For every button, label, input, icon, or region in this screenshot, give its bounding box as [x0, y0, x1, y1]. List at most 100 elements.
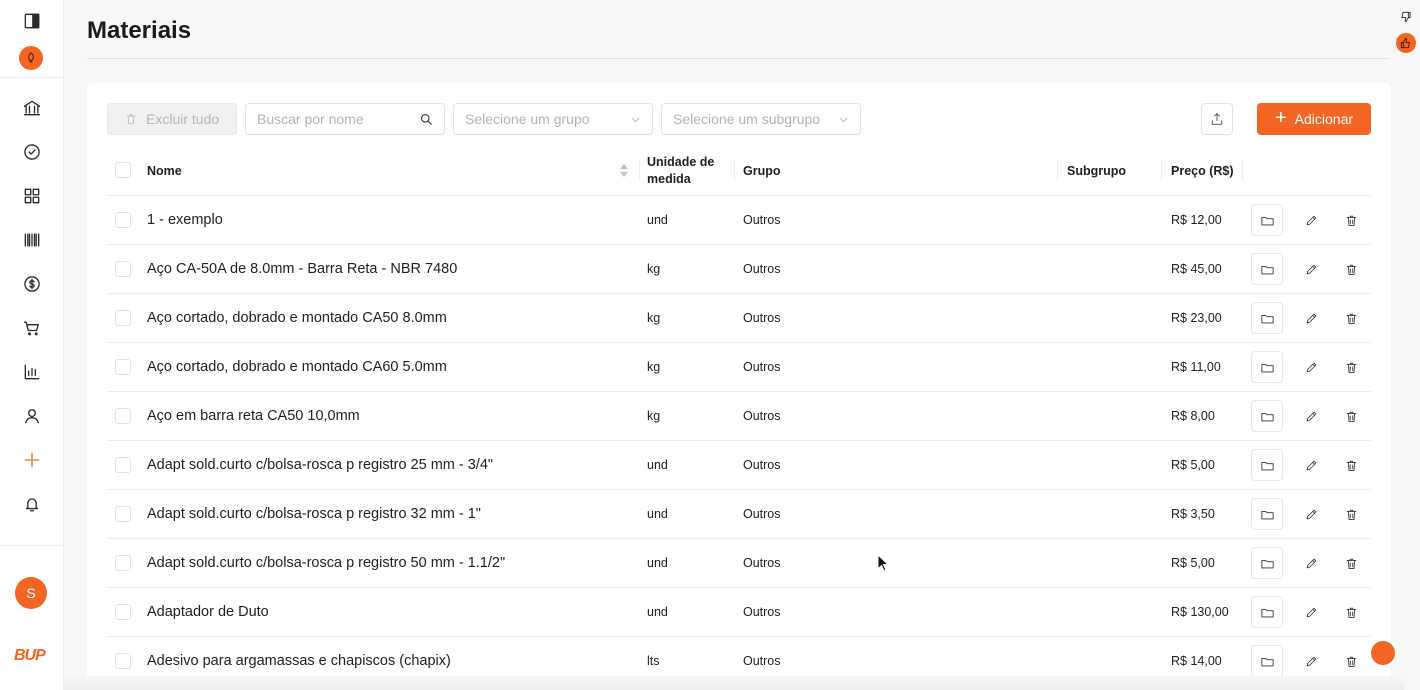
page-title: Materiais [87, 17, 192, 44]
cell-price: R$ 8,00 [1171, 409, 1215, 423]
panel-toggle-icon[interactable] [20, 9, 44, 33]
cell-unit: kg [647, 409, 661, 423]
table-row[interactable]: Adapt sold.curto c/bolsa-rosca p registr… [107, 539, 1371, 588]
export-button[interactable] [1201, 103, 1233, 135]
bell-icon[interactable] [20, 492, 44, 516]
trash-icon[interactable] [1335, 449, 1367, 481]
bank-icon[interactable] [20, 96, 44, 120]
cell-unit: und [647, 556, 668, 570]
cart-icon[interactable] [20, 316, 44, 340]
barcode-icon[interactable] [20, 228, 44, 252]
header-name[interactable]: Nome [147, 145, 182, 196]
folder-icon[interactable] [1251, 498, 1283, 530]
group-select[interactable]: Selecione um grupo [453, 103, 653, 135]
folder-icon[interactable] [1251, 596, 1283, 628]
trash-icon[interactable] [1335, 253, 1367, 285]
bar-chart-icon[interactable] [20, 360, 44, 384]
trash-icon[interactable] [1335, 204, 1367, 236]
cell-group: Outros [743, 605, 781, 619]
thumbs-up-icon[interactable] [1396, 33, 1416, 53]
table-header: Nome Unidade de medida Grupo Subgrupo Pr… [107, 145, 1371, 196]
avatar[interactable]: S [15, 577, 47, 609]
folder-icon[interactable] [1251, 302, 1283, 334]
sort-icon[interactable] [619, 163, 629, 178]
row-checkbox[interactable] [115, 310, 131, 326]
thumbs-down-icon[interactable] [1396, 7, 1416, 27]
edit-icon[interactable] [1295, 645, 1327, 677]
trash-icon[interactable] [1335, 302, 1367, 334]
toolbar: Excluir tudo Selecione um grupo Selecion… [107, 103, 1371, 135]
cell-unit: und [647, 507, 668, 521]
folder-icon[interactable] [1251, 351, 1283, 383]
mouse-cursor-icon [877, 553, 890, 572]
trash-icon[interactable] [1335, 351, 1367, 383]
cell-price: R$ 5,00 [1171, 556, 1215, 570]
search-input[interactable] [246, 104, 406, 134]
table-row[interactable]: Adapt sold.curto c/bolsa-rosca p registr… [107, 441, 1371, 490]
delete-all-label: Excluir tudo [146, 111, 220, 127]
trash-icon[interactable] [1335, 596, 1367, 628]
row-checkbox[interactable] [115, 555, 131, 571]
edit-icon[interactable] [1295, 498, 1327, 530]
cell-name: Aço cortado, dobrado e montado CA50 8.0m… [147, 310, 447, 326]
row-checkbox[interactable] [115, 408, 131, 424]
table-row[interactable]: Adapt sold.curto c/bolsa-rosca p registr… [107, 490, 1371, 539]
row-checkbox[interactable] [115, 457, 131, 473]
folder-icon[interactable] [1251, 253, 1283, 285]
table-row[interactable]: 1 - exemplo und Outros R$ 12,00 [107, 196, 1371, 245]
chat-widget-icon[interactable] [1371, 641, 1395, 665]
folder-icon[interactable] [1251, 547, 1283, 579]
edit-icon[interactable] [1295, 351, 1327, 383]
edit-icon[interactable] [1295, 400, 1327, 432]
cell-group: Outros [743, 556, 781, 570]
user-icon[interactable] [20, 404, 44, 428]
cell-group: Outros [743, 213, 781, 227]
upload-icon [1209, 111, 1225, 127]
row-checkbox[interactable] [115, 604, 131, 620]
table-row[interactable]: Aço CA-50A de 8.0mm - Barra Reta - NBR 7… [107, 245, 1371, 294]
grid-icon[interactable] [20, 184, 44, 208]
table-row[interactable]: Aço em barra reta CA50 10,0mm kg Outros R$ … [107, 392, 1371, 441]
cell-group: Outros [743, 458, 781, 472]
edit-icon[interactable] [1295, 449, 1327, 481]
check-circle-icon[interactable] [20, 140, 44, 164]
trash-icon [124, 112, 138, 126]
row-checkbox[interactable] [115, 653, 131, 669]
add-button-label: Adicionar [1294, 111, 1354, 127]
table-row[interactable]: Adaptador de Duto und Outros R$ 130,00 [107, 588, 1371, 637]
cell-price: R$ 45,00 [1171, 262, 1222, 276]
folder-icon[interactable] [1251, 204, 1283, 236]
row-checkbox[interactable] [115, 261, 131, 277]
trash-icon[interactable] [1335, 400, 1367, 432]
row-checkbox[interactable] [115, 506, 131, 522]
row-checkbox[interactable] [115, 359, 131, 375]
dollar-icon[interactable] [20, 272, 44, 296]
trash-icon[interactable] [1335, 498, 1367, 530]
cell-price: R$ 12,00 [1171, 213, 1222, 227]
rocket-icon[interactable] [19, 46, 43, 70]
select-all-checkbox[interactable] [115, 162, 131, 178]
cell-unit: und [647, 213, 668, 227]
cell-group: Outros [743, 409, 781, 423]
subgroup-select[interactable]: Selecione um subgrupo [661, 103, 861, 135]
table-row[interactable]: Aço cortado, dobrado e montado CA60 5.0m… [107, 343, 1371, 392]
table-row[interactable]: Aço cortado, dobrado e montado CA50 8.0m… [107, 294, 1371, 343]
trash-icon[interactable] [1335, 547, 1367, 579]
trash-icon[interactable] [1335, 645, 1367, 677]
search-icon[interactable] [419, 112, 434, 127]
edit-icon[interactable] [1295, 302, 1327, 334]
edit-icon[interactable] [1295, 596, 1327, 628]
subgroup-select-placeholder: Selecione um subgrupo [673, 111, 821, 127]
folder-icon[interactable] [1251, 400, 1283, 432]
edit-icon[interactable] [1295, 253, 1327, 285]
cell-name: Adapt sold.curto c/bolsa-rosca p registr… [147, 457, 494, 473]
edit-icon[interactable] [1295, 547, 1327, 579]
folder-icon[interactable] [1251, 645, 1283, 677]
folder-icon[interactable] [1251, 449, 1283, 481]
plus-icon[interactable] [20, 448, 44, 472]
add-button[interactable]: + Adicionar [1257, 103, 1371, 135]
chevron-down-icon [837, 113, 850, 126]
delete-all-button[interactable]: Excluir tudo [107, 103, 237, 135]
row-checkbox[interactable] [115, 212, 131, 228]
edit-icon[interactable] [1295, 204, 1327, 236]
